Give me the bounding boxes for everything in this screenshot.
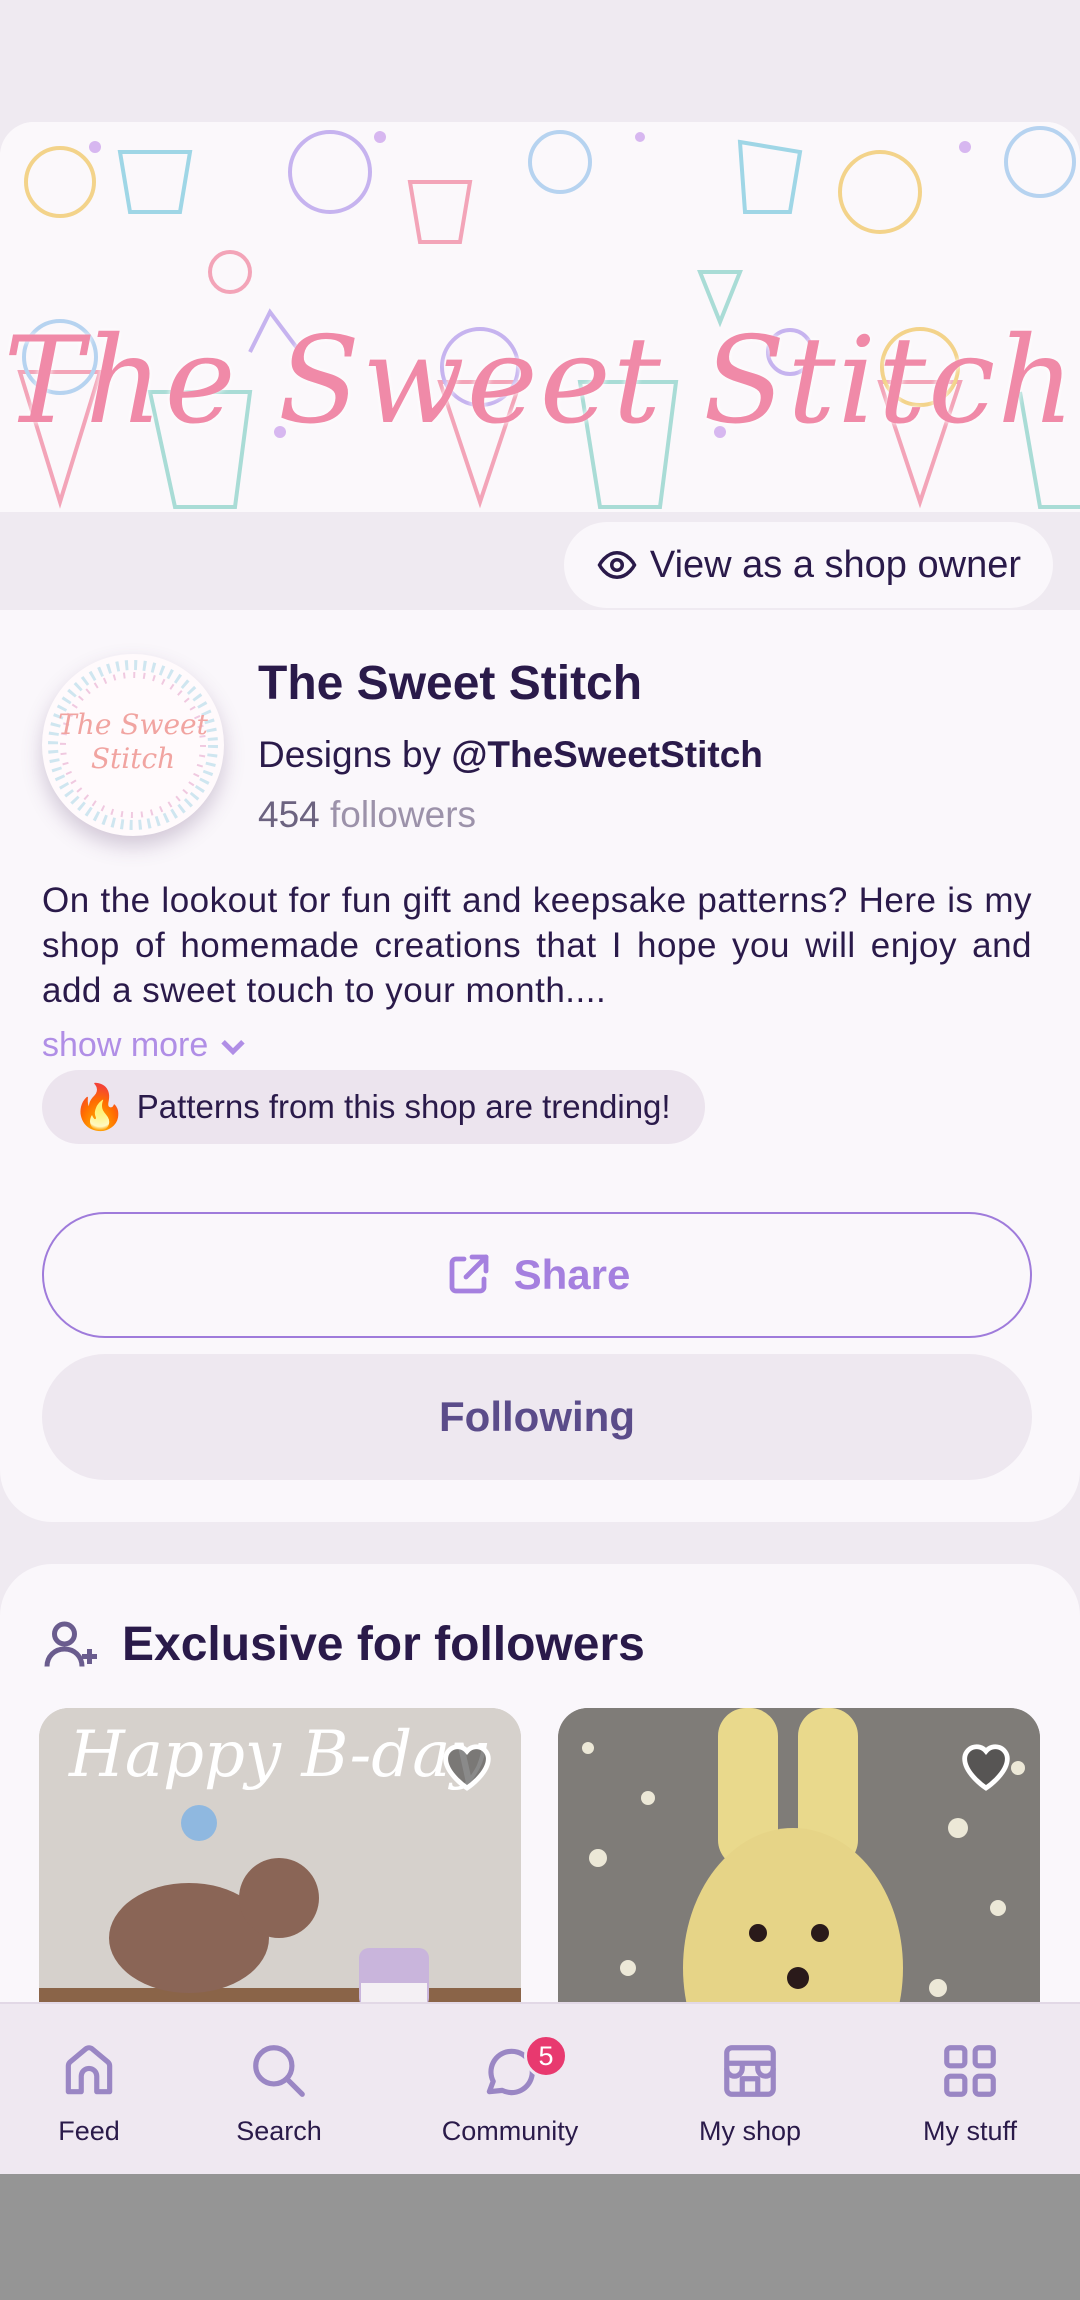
thumb1-caption: Happy B-day bbox=[69, 1718, 487, 1792]
share-button[interactable]: Share bbox=[42, 1212, 1032, 1338]
notification-badge: 5 bbox=[524, 2034, 568, 2078]
shop-banner: The Sweet Stitch bbox=[0, 122, 1080, 512]
trending-text: Patterns from this shop are trending! bbox=[136, 1088, 671, 1125]
search-icon bbox=[253, 2045, 305, 2097]
trending-badge: 🔥 Patterns from this shop are trending! bbox=[42, 1070, 705, 1144]
system-nav-bar bbox=[0, 2174, 1080, 2300]
exclusive-title: Exclusive for followers bbox=[122, 1617, 645, 1671]
heart-icon[interactable] bbox=[435, 1732, 499, 1796]
shop-handle-link[interactable]: @TheSweetStitch bbox=[451, 734, 763, 775]
nav-item-community[interactable]: 5 Community bbox=[410, 2034, 610, 2147]
view-as-owner-label: View as a shop owner bbox=[649, 543, 1021, 586]
shop-description: On the lookout for fun gift and keepsake… bbox=[42, 881, 1032, 1010]
eye-icon bbox=[597, 550, 637, 580]
show-more-link[interactable]: show more bbox=[42, 1026, 250, 1065]
store-icon bbox=[724, 2045, 776, 2097]
home-icon bbox=[65, 2045, 113, 2095]
exclusive-header: Exclusive for followers bbox=[42, 1614, 645, 1674]
following-button[interactable]: Following bbox=[42, 1354, 1032, 1480]
avatar-logo-text: The Sweet Stitch bbox=[58, 708, 208, 775]
exclusive-section: Exclusive for followers Happy B-day bbox=[0, 1564, 1080, 2064]
followers-count: 454 followers bbox=[258, 794, 477, 835]
share-icon bbox=[449, 1254, 489, 1294]
nav-item-search[interactable]: Search bbox=[179, 2040, 379, 2147]
flame-icon: 🔥 bbox=[72, 1083, 127, 1132]
bottom-nav: Feed Search 5 Community My shop My stuff bbox=[0, 2002, 1080, 2174]
shop-info-card: The Sweet Stitch The Sweet Stitch Design… bbox=[0, 610, 1080, 1522]
share-label: Share bbox=[513, 1251, 631, 1298]
nav-item-feed[interactable]: Feed bbox=[0, 2040, 189, 2147]
grid-icon bbox=[944, 2045, 996, 2097]
shop-name: The Sweet Stitch bbox=[258, 657, 643, 710]
designs-by: Designs by @TheSweetStitch bbox=[258, 734, 763, 775]
nav-item-my-stuff[interactable]: My stuff bbox=[870, 2040, 1070, 2147]
view-as-owner-button[interactable]: View as a shop owner bbox=[563, 522, 1053, 608]
heart-icon[interactable] bbox=[954, 1732, 1018, 1796]
shop-avatar[interactable]: The Sweet Stitch bbox=[42, 654, 224, 836]
banner-title: The Sweet Stitch bbox=[3, 312, 1077, 451]
user-plus-icon bbox=[44, 1621, 97, 1667]
chevron-down-icon bbox=[221, 1039, 245, 1055]
nav-item-my-shop[interactable]: My shop bbox=[650, 2040, 850, 2147]
